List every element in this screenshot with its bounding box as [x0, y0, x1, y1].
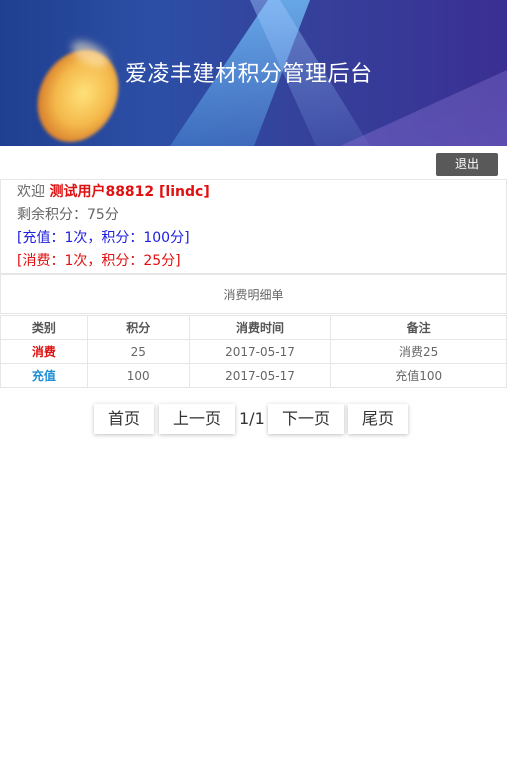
column-header-points: 积分: [86, 315, 190, 340]
prev-page-button[interactable]: 上一页: [159, 404, 235, 434]
remaining-points: 剩余积分：75分: [17, 207, 119, 223]
row-points: 100: [86, 363, 190, 388]
table-row: 充值 100 2017-05-17 充值100: [0, 363, 507, 388]
user-name: 测试用户88812 [lindc]: [49, 184, 210, 200]
row-time: 2017-05-17: [188, 339, 332, 364]
user-info-panel: 欢迎 测试用户88812 [lindc] 剩余积分：75分 [充值：1次，积分：…: [0, 180, 507, 274]
next-page-button[interactable]: 下一页: [268, 404, 344, 434]
row-note: 充值100: [330, 363, 507, 388]
table-row: 消费 25 2017-05-17 消费25: [0, 339, 507, 364]
detail-table: 类别 积分 消费时间 备注 消费 25 2017-05-17 消费25 充值 1…: [0, 315, 507, 388]
toolbar: 退出: [0, 146, 507, 180]
row-time: 2017-05-17: [188, 363, 332, 388]
first-page-button[interactable]: 首页: [94, 404, 154, 434]
consume-summary: [消费：1次，积分：25分]: [17, 253, 181, 269]
column-header-time: 消费时间: [188, 315, 332, 340]
page-title: 爱凌丰建材积分管理后台: [125, 62, 373, 87]
row-type: 消费: [0, 339, 88, 364]
table-header-row: 类别 积分 消费时间 备注: [0, 315, 507, 340]
welcome-label: 欢迎: [17, 184, 45, 200]
pagination: 首页 上一页 1/1 下一页 尾页: [0, 404, 507, 434]
column-header-note: 备注: [330, 315, 507, 340]
row-points: 25: [86, 339, 190, 364]
logout-button[interactable]: 退出: [436, 153, 498, 176]
page-indicator: 1/1: [239, 409, 265, 428]
welcome-line: 欢迎 测试用户88812 [lindc]: [17, 181, 506, 204]
column-header-type: 类别: [0, 315, 88, 340]
recharge-summary: [充值：1次，积分：100分]: [17, 230, 190, 246]
detail-title: 消费明细单: [0, 274, 507, 314]
row-note: 消费25: [330, 339, 507, 364]
header-banner: 爱凌丰建材积分管理后台: [0, 0, 507, 146]
last-page-button[interactable]: 尾页: [348, 404, 408, 434]
row-type: 充值: [0, 363, 88, 388]
